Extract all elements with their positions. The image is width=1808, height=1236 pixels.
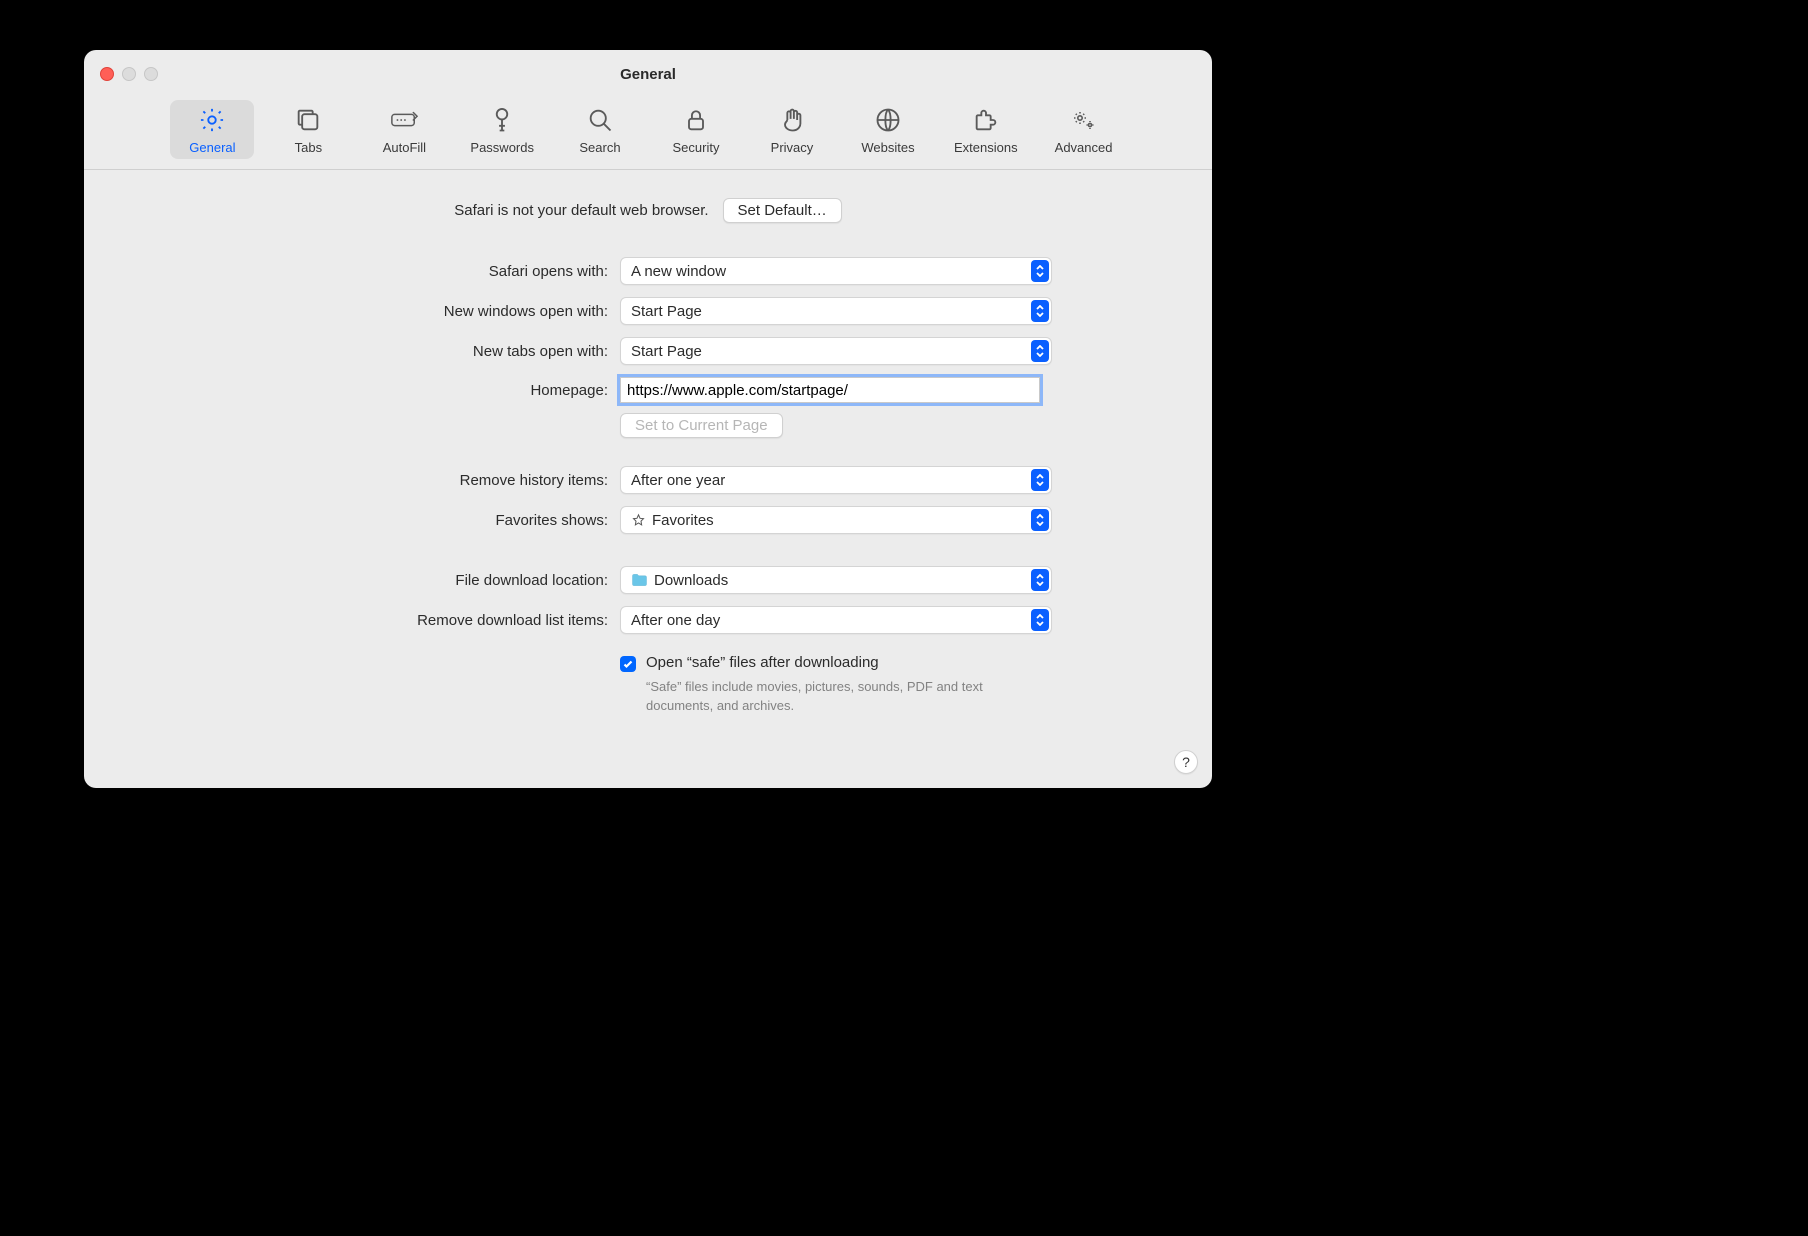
tab-extensions[interactable]: Extensions [942, 100, 1030, 159]
preferences-toolbar: General Tabs AutoFill Passwords Search [84, 98, 1212, 170]
folder-icon [631, 573, 648, 587]
opens-with-label: Safari opens with: [124, 263, 608, 280]
chevron-updown-icon [1031, 609, 1049, 631]
select-value: After one year [631, 472, 725, 489]
tab-label: Privacy [771, 140, 814, 155]
homepage-input[interactable] [620, 377, 1040, 403]
chevron-updown-icon [1031, 509, 1049, 531]
traffic-lights [100, 50, 158, 98]
select-value: After one day [631, 612, 720, 629]
select-value: Favorites [652, 512, 714, 529]
check-icon [622, 658, 634, 670]
default-browser-message: Safari is not your default web browser. [454, 202, 708, 219]
chevron-updown-icon [1031, 260, 1049, 282]
content-area: Safari is not your default web browser. … [84, 170, 1212, 736]
help-button[interactable]: ? [1174, 750, 1198, 774]
remove-downloads-select[interactable]: After one day [620, 606, 1052, 634]
new-windows-label: New windows open with: [124, 303, 608, 320]
safe-files-checkbox[interactable] [620, 656, 636, 672]
opens-with-select[interactable]: A new window [620, 257, 1052, 285]
tab-advanced[interactable]: Advanced [1042, 100, 1126, 159]
chevron-updown-icon [1031, 300, 1049, 322]
gears-icon [1070, 106, 1098, 134]
search-icon [586, 106, 614, 134]
hand-icon [778, 106, 806, 134]
select-value: A new window [631, 263, 726, 280]
new-windows-select[interactable]: Start Page [620, 297, 1052, 325]
tab-tabs[interactable]: Tabs [266, 100, 350, 159]
tab-label: Extensions [954, 140, 1018, 155]
preferences-window: General General Tabs AutoFill Password [84, 50, 1212, 788]
autofill-icon [390, 106, 418, 134]
tab-autofill[interactable]: AutoFill [362, 100, 446, 159]
chevron-updown-icon [1031, 569, 1049, 591]
tab-privacy[interactable]: Privacy [750, 100, 834, 159]
chevron-updown-icon [1031, 469, 1049, 491]
select-value: Start Page [631, 343, 702, 360]
homepage-label: Homepage: [124, 382, 608, 399]
tab-websites[interactable]: Websites [846, 100, 930, 159]
globe-icon [874, 106, 902, 134]
tabs-icon [294, 106, 322, 134]
select-value: Downloads [654, 572, 728, 589]
close-window-button[interactable] [100, 67, 114, 81]
tab-label: Security [673, 140, 720, 155]
tab-label: Advanced [1055, 140, 1113, 155]
favorites-select[interactable]: Favorites [620, 506, 1052, 534]
safe-files-description: “Safe” files include movies, pictures, s… [646, 678, 1026, 716]
set-current-page-button[interactable]: Set to Current Page [620, 413, 783, 438]
new-tabs-label: New tabs open with: [124, 343, 608, 360]
tab-label: General [189, 140, 235, 155]
favorites-label: Favorites shows: [124, 512, 608, 529]
tab-search[interactable]: Search [558, 100, 642, 159]
select-value: Start Page [631, 303, 702, 320]
tab-label: Passwords [470, 140, 534, 155]
set-default-button[interactable]: Set Default… [723, 198, 842, 223]
download-location-label: File download location: [124, 572, 608, 589]
star-icon [631, 513, 646, 528]
tab-passwords[interactable]: Passwords [458, 100, 546, 159]
key-icon [488, 106, 516, 134]
zoom-window-button[interactable] [144, 67, 158, 81]
remove-history-label: Remove history items: [124, 472, 608, 489]
tab-label: Websites [861, 140, 914, 155]
remove-history-select[interactable]: After one year [620, 466, 1052, 494]
safe-files-label: Open “safe” files after downloading [646, 654, 879, 671]
minimize-window-button[interactable] [122, 67, 136, 81]
default-browser-row: Safari is not your default web browser. … [124, 198, 1172, 223]
titlebar: General [84, 50, 1212, 98]
tab-security[interactable]: Security [654, 100, 738, 159]
gear-icon [198, 106, 226, 134]
tab-general[interactable]: General [170, 100, 254, 159]
new-tabs-select[interactable]: Start Page [620, 337, 1052, 365]
tab-label: AutoFill [383, 140, 426, 155]
lock-icon [682, 106, 710, 134]
puzzle-icon [972, 106, 1000, 134]
download-location-select[interactable]: Downloads [620, 566, 1052, 594]
remove-downloads-label: Remove download list items: [124, 612, 608, 629]
window-title: General [620, 66, 676, 83]
tab-label: Search [579, 140, 620, 155]
tab-label: Tabs [295, 140, 322, 155]
chevron-updown-icon [1031, 340, 1049, 362]
